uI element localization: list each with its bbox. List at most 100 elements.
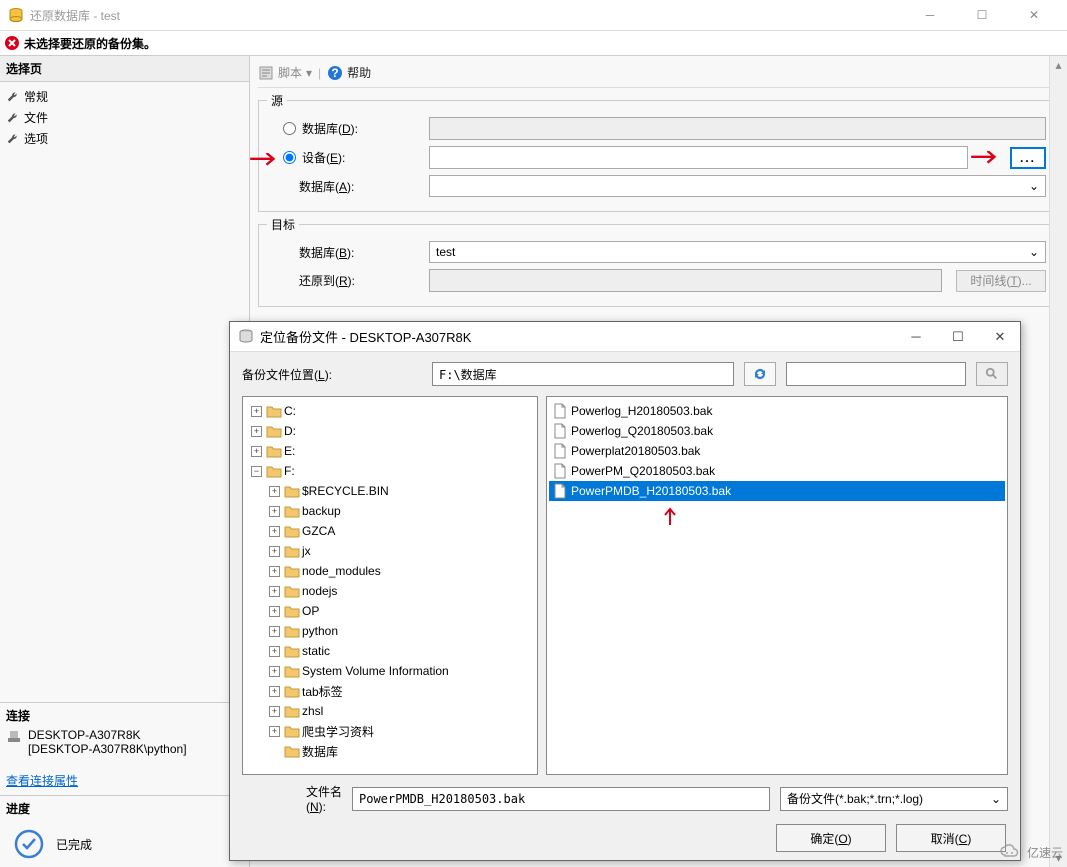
folder-icon <box>266 464 282 478</box>
device-path-field[interactable] <box>429 146 968 169</box>
expand-toggle[interactable]: + <box>269 526 280 537</box>
close-button[interactable]: ✕ <box>1019 5 1049 25</box>
help-button[interactable]: 帮助 <box>327 64 371 81</box>
folder-icon <box>284 724 300 738</box>
filename-input[interactable]: PowerPMDB_H20180503.bak <box>352 787 770 811</box>
cloud-icon <box>997 843 1023 861</box>
refresh-button[interactable] <box>744 362 776 386</box>
server-icon <box>6 728 22 744</box>
folder-icon <box>284 584 300 598</box>
expand-toggle[interactable]: + <box>269 566 280 577</box>
error-bar: 未选择要还原的备份集。 <box>0 30 1067 56</box>
target-db-combo[interactable]: test⌄ <box>429 241 1046 263</box>
cancel-button[interactable]: 取消(C) <box>896 824 1006 852</box>
vertical-scrollbar[interactable]: ▴ ▾ <box>1049 56 1067 867</box>
wrench-icon <box>6 132 20 146</box>
dlg-maximize-button[interactable]: ☐ <box>946 329 970 345</box>
disk-icon <box>238 329 254 345</box>
connection-title: 连接 <box>6 705 243 728</box>
location-input[interactable]: F:\数据库 <box>432 362 734 386</box>
tree-folder[interactable]: +static <box>245 641 535 661</box>
folder-icon <box>284 544 300 558</box>
tree-folder[interactable]: +tab标签 <box>245 681 535 701</box>
folder-tree[interactable]: +C:+D:+E:−F:+$RECYCLE.BIN+backup+GZCA+jx… <box>242 396 538 775</box>
expand-toggle[interactable]: + <box>269 626 280 637</box>
tree-folder[interactable]: +nodejs <box>245 581 535 601</box>
expand-toggle[interactable]: + <box>269 686 280 697</box>
view-connection-properties[interactable]: 查看连接属性 <box>0 766 249 795</box>
expand-toggle[interactable]: + <box>251 426 262 437</box>
page-files[interactable]: 文件 <box>2 107 247 128</box>
folder-icon <box>266 404 282 418</box>
script-button[interactable]: 脚本▾ <box>258 64 312 81</box>
search-button[interactable] <box>976 362 1008 386</box>
page-options[interactable]: 选项 <box>2 128 247 149</box>
tree-drive[interactable]: −F: <box>245 461 535 481</box>
page-list: 常规 文件 选项 <box>0 82 249 153</box>
restore-to-label: 还原到(R): <box>271 272 421 289</box>
tree-folder[interactable]: +GZCA <box>245 521 535 541</box>
expand-toggle[interactable]: + <box>269 506 280 517</box>
source-db-a-combo[interactable]: ⌄ <box>429 175 1046 197</box>
expand-toggle[interactable]: − <box>251 466 262 477</box>
file-item[interactable]: Powerlog_H20180503.bak <box>549 401 1005 421</box>
document-icon <box>553 423 567 439</box>
tree-folder[interactable]: +System Volume Information <box>245 661 535 681</box>
annotation-arrow-icon <box>249 153 277 167</box>
tree-folder[interactable]: +backup <box>245 501 535 521</box>
wrench-icon <box>6 111 20 125</box>
file-item[interactable]: Powerlog_Q20180503.bak <box>549 421 1005 441</box>
expand-toggle[interactable]: + <box>269 646 280 657</box>
scroll-up-icon[interactable]: ▴ <box>1052 58 1066 72</box>
tree-drive[interactable]: +C: <box>245 401 535 421</box>
radio-device[interactable] <box>283 151 296 164</box>
folder-icon <box>284 604 300 618</box>
tree-folder[interactable]: +zhsl <box>245 701 535 721</box>
document-icon <box>553 463 567 479</box>
page-general[interactable]: 常规 <box>2 86 247 107</box>
source-database-radio[interactable]: 数据库(D): <box>271 120 421 137</box>
tree-folder[interactable]: +python <box>245 621 535 641</box>
file-item[interactable]: Powerplat20180503.bak <box>549 441 1005 461</box>
tree-folder[interactable]: +node_modules <box>245 561 535 581</box>
minimize-button[interactable]: ─ <box>915 5 945 25</box>
file-filter-combo[interactable]: 备份文件(*.bak;*.trn;*.log)⌄ <box>780 787 1008 811</box>
ok-button[interactable]: 确定(O) <box>776 824 886 852</box>
tree-folder[interactable]: 数据库 <box>245 741 535 761</box>
file-item[interactable]: PowerPM_Q20180503.bak <box>549 461 1005 481</box>
error-icon <box>4 35 20 51</box>
expand-toggle[interactable]: + <box>269 666 280 677</box>
timeline-button[interactable]: 时间线(T)... <box>956 270 1046 292</box>
expand-toggle[interactable]: + <box>269 726 280 737</box>
source-legend: 源 <box>267 92 287 109</box>
source-db-a-label: 数据库(A): <box>271 178 421 195</box>
dlg-minimize-button[interactable]: ─ <box>904 329 928 345</box>
source-device-radio[interactable]: 设备(E): <box>271 149 421 166</box>
expand-toggle[interactable]: + <box>269 486 280 497</box>
tree-drive[interactable]: +D: <box>245 421 535 441</box>
tree-folder[interactable]: +jx <box>245 541 535 561</box>
locate-backup-dialog: 定位备份文件 - DESKTOP-A307R8K ─ ☐ ✕ 备份文件位置(L)… <box>229 321 1021 861</box>
expand-toggle[interactable]: + <box>269 606 280 617</box>
expand-toggle[interactable]: + <box>269 546 280 557</box>
dlg-close-button[interactable]: ✕ <box>988 329 1012 345</box>
expand-toggle[interactable]: + <box>269 706 280 717</box>
search-input[interactable] <box>786 362 966 386</box>
expand-toggle[interactable]: + <box>251 406 262 417</box>
tree-folder[interactable]: +OP <box>245 601 535 621</box>
maximize-button[interactable]: ☐ <box>967 5 997 25</box>
tree-folder[interactable]: +爬虫学习资料 <box>245 721 535 741</box>
chevron-down-icon: ⌄ <box>1029 245 1039 259</box>
dialog-titlebar: 定位备份文件 - DESKTOP-A307R8K ─ ☐ ✕ <box>230 322 1020 352</box>
file-item[interactable]: PowerPMDB_H20180503.bak <box>549 481 1005 501</box>
target-db-label: 数据库(B): <box>271 244 421 261</box>
file-list[interactable]: Powerlog_H20180503.bakPowerlog_Q20180503… <box>546 396 1008 775</box>
tree-folder[interactable]: +$RECYCLE.BIN <box>245 481 535 501</box>
help-icon <box>327 65 343 81</box>
browse-device-button[interactable]: ... <box>1010 147 1046 169</box>
expand-toggle[interactable]: + <box>269 586 280 597</box>
tree-drive[interactable]: +E: <box>245 441 535 461</box>
radio-database[interactable] <box>283 122 296 135</box>
expand-toggle[interactable]: + <box>251 446 262 457</box>
document-icon <box>553 483 567 499</box>
